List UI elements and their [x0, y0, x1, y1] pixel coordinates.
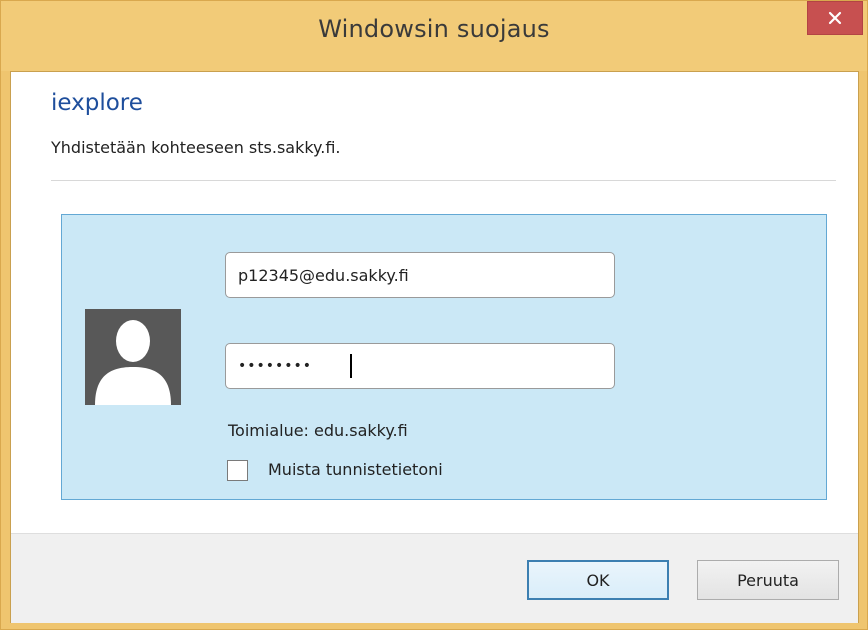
window-title: Windowsin suojaus — [318, 15, 550, 43]
close-icon — [828, 11, 842, 25]
cancel-button[interactable]: Peruuta — [697, 560, 839, 600]
security-dialog: Windowsin suojaus iexplore Yhdistetään k… — [0, 0, 868, 630]
divider — [51, 180, 836, 181]
ok-button[interactable]: OK — [527, 560, 669, 600]
username-field[interactable] — [225, 252, 615, 298]
remember-label[interactable]: Muista tunnistetietoni — [268, 460, 443, 479]
dialog-body: iexplore Yhdistetään kohteeseen sts.sakk… — [10, 71, 859, 623]
credential-tile[interactable]: Toimialue: edu.sakky.fi Muista tunnistet… — [61, 214, 827, 500]
title-bar[interactable]: Windowsin suojaus — [1, 1, 867, 71]
close-button[interactable] — [807, 1, 863, 35]
user-avatar-icon — [85, 309, 181, 405]
connection-message: Yhdistetään kohteeseen sts.sakky.fi. — [51, 138, 341, 157]
button-bar: OK Peruuta — [11, 533, 858, 623]
domain-label: Toimialue: edu.sakky.fi — [228, 421, 408, 440]
password-field[interactable] — [225, 343, 615, 389]
text-caret — [350, 354, 352, 378]
app-name: iexplore — [51, 90, 143, 116]
remember-checkbox[interactable] — [227, 460, 248, 481]
